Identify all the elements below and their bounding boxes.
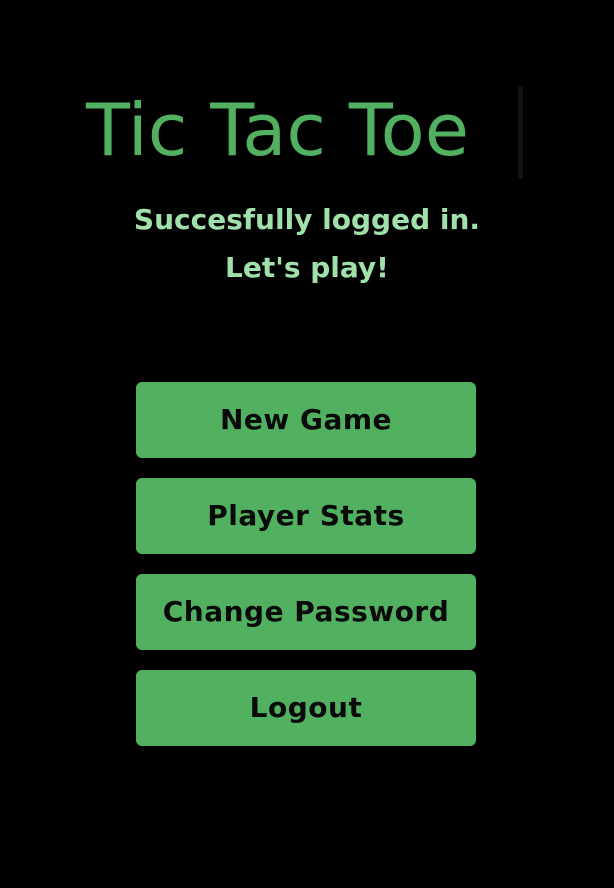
login-status-message: Succesfully logged in.	[133, 203, 481, 236]
new-game-button[interactable]: New Game	[136, 382, 476, 458]
logout-button[interactable]: Logout	[136, 670, 476, 746]
app-title: Tic Tac Toe	[86, 88, 469, 172]
player-stats-button[interactable]: Player Stats	[136, 478, 476, 554]
change-password-button[interactable]: Change Password	[136, 574, 476, 650]
text-cursor	[518, 86, 523, 179]
main-menu-screen: Tic Tac Toe Succesfully logged in. Let's…	[0, 0, 614, 888]
lets-play-message: Let's play!	[225, 251, 389, 284]
